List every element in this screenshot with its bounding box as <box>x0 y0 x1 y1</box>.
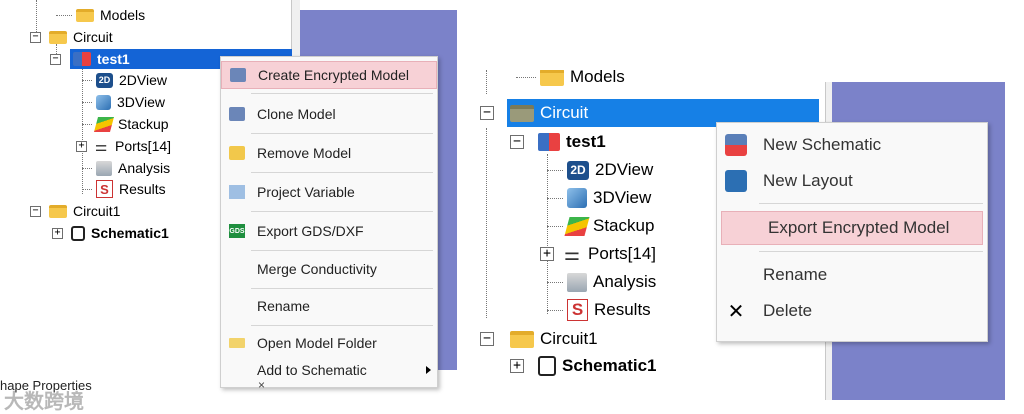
2d-view-icon: 2D <box>567 160 589 180</box>
folder-icon <box>76 8 94 22</box>
3d-view-icon <box>567 188 587 208</box>
clone-model-icon <box>229 107 245 121</box>
tree-item-test1[interactable]: − test1 <box>510 129 606 155</box>
folder-icon <box>510 104 534 122</box>
schematic-icon <box>71 225 85 241</box>
tree-item-models[interactable]: Models <box>56 5 145 25</box>
results-icon: S <box>567 299 588 321</box>
results-icon: S <box>96 180 113 198</box>
menu-item-export-gds-dxf[interactable]: GDS Export GDS/DXF <box>221 217 437 245</box>
tree-item-ports[interactable]: + ⚌ Ports[14] <box>540 241 656 267</box>
new-schematic-icon <box>725 134 747 156</box>
collapse-toggle[interactable]: − <box>30 31 41 43</box>
tree-item-2dview[interactable]: 2D 2DView <box>547 157 653 183</box>
expand-toggle[interactable]: + <box>76 140 87 152</box>
collapse-toggle[interactable]: − <box>480 332 494 346</box>
analysis-icon <box>96 160 112 176</box>
menu-item-export-encrypted-model[interactable]: Export Encrypted Model <box>721 211 983 245</box>
new-layout-icon <box>725 170 747 192</box>
tree-item-analysis[interactable]: Analysis <box>82 158 170 178</box>
menu-separator <box>759 203 983 204</box>
collapse-toggle[interactable]: − <box>480 106 494 120</box>
expand-toggle[interactable]: + <box>52 227 63 239</box>
tree-item-schematic1[interactable]: + Schematic1 <box>52 223 169 243</box>
stackup-icon <box>564 216 590 236</box>
folder-icon <box>229 338 245 348</box>
schematic-icon <box>538 356 556 376</box>
menu-item-open-model-folder[interactable]: Open Model Folder <box>221 329 437 357</box>
menu-separator <box>251 133 433 134</box>
folder-icon <box>540 70 564 86</box>
context-menu: Create Encrypted Model Clone Model Remov… <box>220 56 438 388</box>
menu-item-remove-model[interactable]: Remove Model <box>221 139 437 167</box>
tree-item-analysis[interactable]: Analysis <box>547 269 656 295</box>
menu-separator <box>759 251 983 252</box>
ports-icon: ⚌ <box>94 137 108 154</box>
remove-model-icon <box>229 146 245 160</box>
tree-item-models[interactable]: Models <box>516 70 625 90</box>
menu-item-delete[interactable]: ✕ Delete <box>717 295 987 327</box>
folder-icon <box>49 204 67 218</box>
close-icon[interactable]: × <box>258 378 265 392</box>
folder-icon <box>510 330 534 348</box>
menu-separator <box>251 93 433 94</box>
tree-item-results[interactable]: S Results <box>547 297 651 323</box>
tree-connector <box>486 128 487 318</box>
collapse-toggle[interactable]: − <box>510 135 524 149</box>
menu-item-rename[interactable]: Rename <box>717 259 987 291</box>
tree-item-stackup[interactable]: Stackup <box>547 213 654 239</box>
tree-item-ports[interactable]: + ⚌ Ports[14] <box>76 136 171 156</box>
folder-icon <box>49 30 67 44</box>
project-variable-icon <box>229 185 245 199</box>
context-menu: New Schematic New Layout Export Encrypte… <box>716 122 988 342</box>
menu-item-project-variable[interactable]: Project Variable <box>221 178 437 206</box>
menu-item-clone-model[interactable]: Clone Model <box>221 100 437 128</box>
analysis-icon <box>567 272 587 292</box>
2d-view-icon: 2D <box>96 72 113 88</box>
menu-separator <box>251 325 433 326</box>
menu-separator <box>251 172 433 173</box>
tree-item-2dview[interactable]: 2D 2DView <box>82 70 167 90</box>
expand-toggle[interactable]: + <box>540 247 554 261</box>
menu-item-merge-conductivity[interactable]: Merge Conductivity <box>221 255 437 283</box>
menu-item-add-to-schematic[interactable]: Add to Schematic <box>221 357 437 383</box>
tree-item-schematic1[interactable]: + Schematic1 <box>510 353 657 379</box>
stackup-icon <box>93 116 115 132</box>
menu-item-create-encrypted-model[interactable]: Create Encrypted Model <box>221 61 437 89</box>
ports-icon: ⚌ <box>563 243 581 264</box>
tree-item-results[interactable]: S Results <box>82 179 166 199</box>
menu-item-new-schematic[interactable]: New Schematic <box>717 129 987 161</box>
menu-separator <box>251 250 433 251</box>
tree-item-3dview[interactable]: 3DView <box>547 185 651 211</box>
menu-item-rename[interactable]: Rename <box>221 292 437 320</box>
3d-view-icon <box>96 94 111 110</box>
tree-item-circuit1[interactable]: − Circuit1 <box>480 326 598 352</box>
collapse-toggle[interactable]: − <box>50 53 61 65</box>
gds-icon: GDS <box>229 224 245 238</box>
menu-item-new-layout[interactable]: New Layout <box>717 165 987 197</box>
right-screenshot: Models − Circuit − test1 2D 2DView 3DVie… <box>470 70 1010 400</box>
model-icon <box>538 133 560 151</box>
watermark: 大数跨境 <box>4 391 84 413</box>
expand-toggle[interactable]: + <box>510 359 524 373</box>
collapse-toggle[interactable]: − <box>30 205 41 217</box>
tree-item-3dview[interactable]: 3DView <box>82 92 165 112</box>
submenu-arrow-icon <box>426 366 431 374</box>
model-icon <box>73 52 91 66</box>
left-screenshot: Models − Circuit − test1 2D 2DView 3DVie… <box>0 0 460 414</box>
menu-separator <box>251 288 433 289</box>
tree-item-circuit1[interactable]: − Circuit1 <box>30 201 120 221</box>
encrypted-model-icon <box>230 68 246 82</box>
delete-icon: ✕ <box>727 300 745 323</box>
menu-separator <box>251 211 433 212</box>
tree-item-circuit[interactable]: − Circuit <box>30 27 113 47</box>
tree-item-stackup[interactable]: Stackup <box>82 114 169 134</box>
tree-item-test1[interactable]: − test1 <box>50 49 130 69</box>
tree-connector <box>486 70 487 94</box>
tree-item-circuit[interactable]: − Circuit <box>480 100 588 126</box>
